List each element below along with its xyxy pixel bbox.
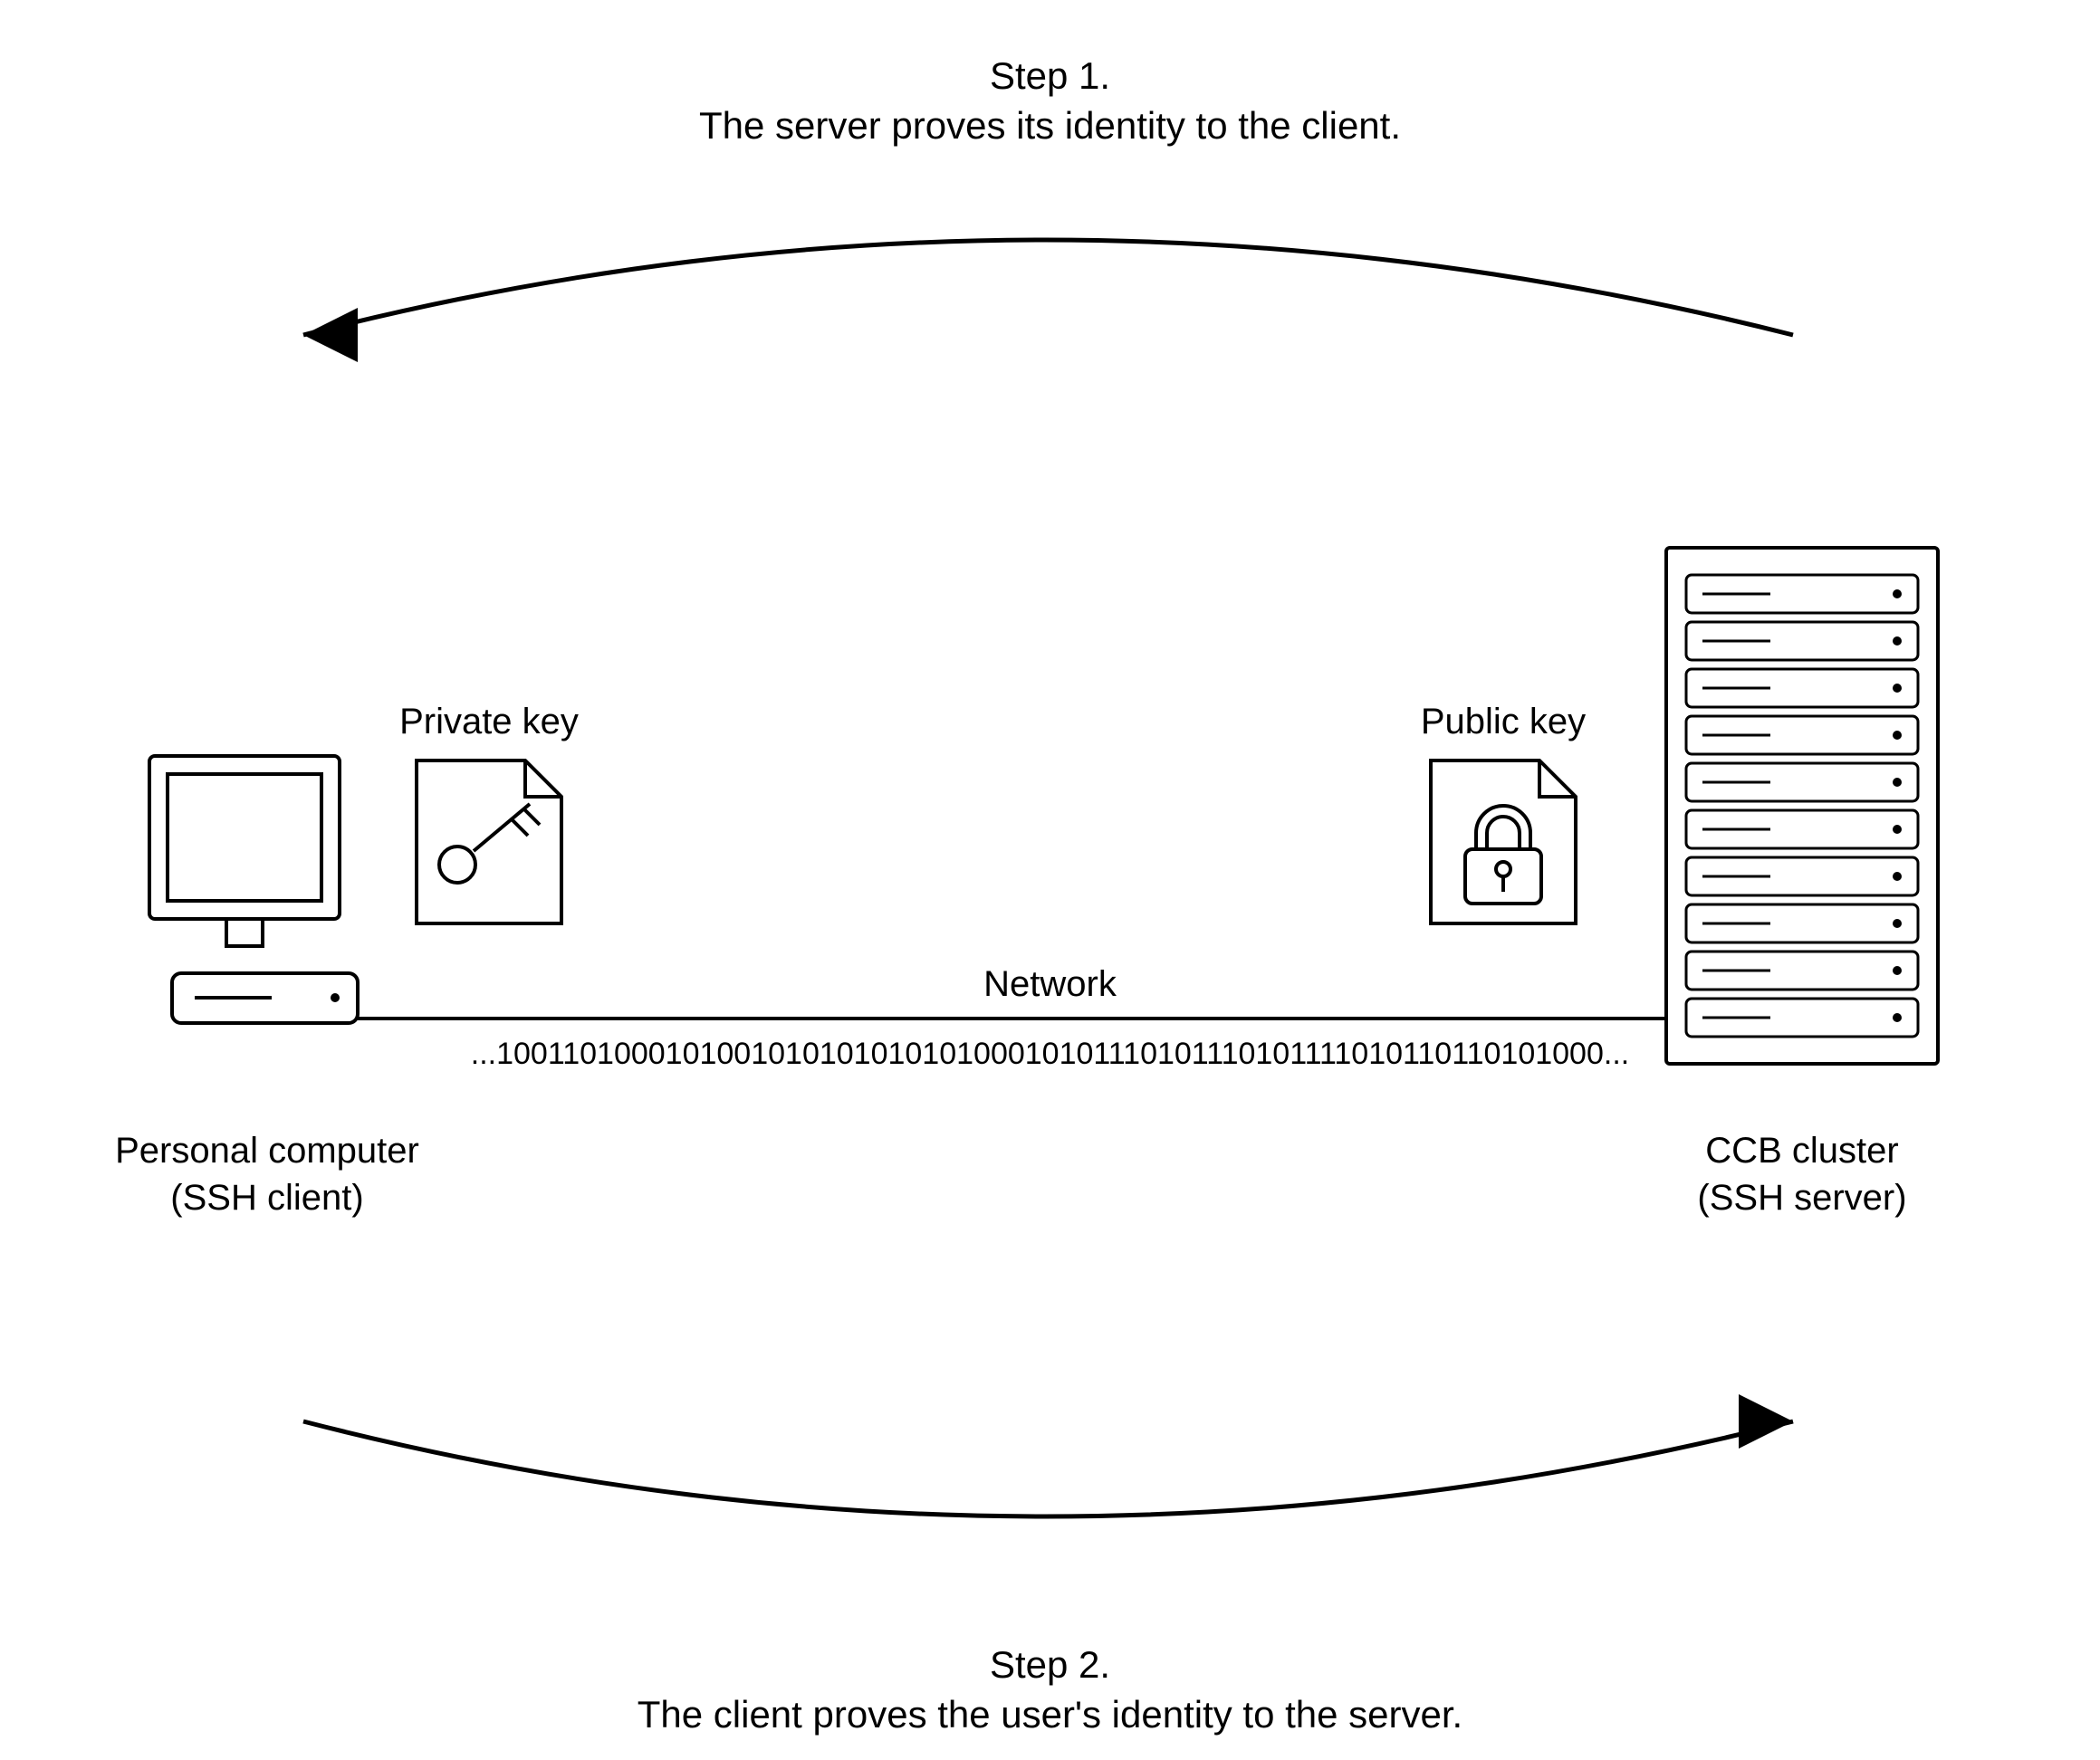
step1-title: Step 1. xyxy=(0,54,2100,98)
network-label: Network xyxy=(0,964,2100,1005)
client-caption: Personal computer (SSH client) xyxy=(82,1127,453,1221)
diagram-canvas: Step 1. The server proves its identity t… xyxy=(0,0,2100,1760)
server-caption: CCB cluster (SSH server) xyxy=(1630,1127,1974,1221)
private-key-file-icon xyxy=(417,760,561,923)
step2-text: The client proves the user's identity to… xyxy=(0,1693,2100,1736)
client-name: Personal computer xyxy=(115,1131,419,1171)
arrow-server-to-client xyxy=(303,240,1793,362)
diagram-svg xyxy=(0,0,2100,1760)
arrow-client-to-server xyxy=(303,1394,1793,1516)
public-key-file-icon xyxy=(1431,760,1576,923)
step2-title: Step 2. xyxy=(0,1643,2100,1687)
step1-text: The server proves its identity to the cl… xyxy=(0,104,2100,148)
server-name: CCB cluster xyxy=(1705,1131,1898,1171)
server-role: (SSH server) xyxy=(1697,1178,1906,1218)
private-key-label: Private key xyxy=(362,702,616,742)
client-role: (SSH client) xyxy=(170,1178,363,1218)
public-key-label: Public key xyxy=(1386,702,1621,742)
network-bits: ...1001101000101001010101010101000101011… xyxy=(0,1037,2100,1072)
